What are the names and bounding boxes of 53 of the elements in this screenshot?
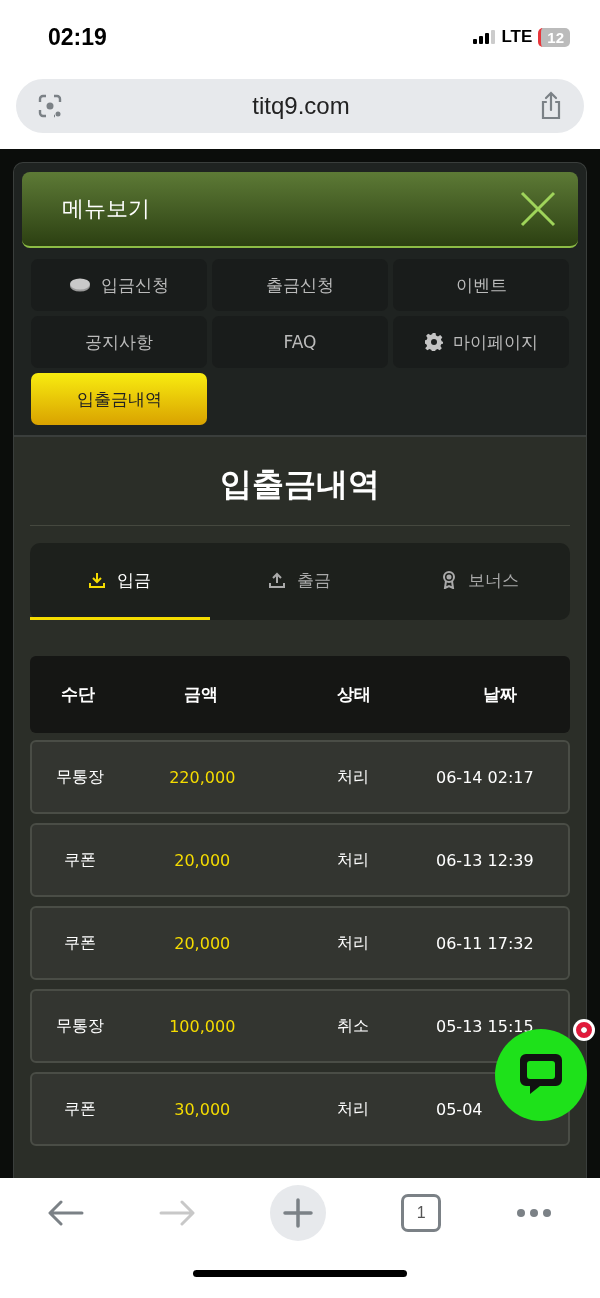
column-header: 금액 xyxy=(183,683,220,706)
gear-icon xyxy=(424,333,443,351)
tab[interactable]: 출금 xyxy=(210,543,390,620)
table-cell-text: 무통장 xyxy=(54,766,105,788)
camera-search-icon[interactable] xyxy=(36,92,64,120)
table-cell-text: 쿠폰 xyxy=(62,1098,97,1120)
tab-count-button[interactable]: 1 xyxy=(401,1194,442,1232)
back-icon[interactable] xyxy=(47,1200,84,1226)
address-bar[interactable]: titq9.com xyxy=(16,79,584,133)
table-cell-text: 220,000 xyxy=(168,767,237,787)
tab[interactable]: 입금 xyxy=(30,543,210,620)
page-title: 입출금내역 xyxy=(30,437,570,526)
table-cell-text: 처리 xyxy=(335,849,370,871)
column-header: 상태 xyxy=(335,683,372,706)
download-icon xyxy=(89,572,105,588)
battery-indicator: 12 xyxy=(538,27,570,47)
table-cell-text: 100,000 xyxy=(168,1016,237,1036)
close-icon[interactable] xyxy=(520,191,556,227)
award-icon xyxy=(441,571,456,589)
table-cell-text: 05-13 15:15 xyxy=(435,1016,535,1036)
menu-item[interactable]: 마이페이지 xyxy=(393,316,569,368)
menu-item[interactable]: FAQ xyxy=(212,316,388,368)
column-header: 수단 xyxy=(59,683,96,706)
plus-icon xyxy=(282,1198,313,1228)
coin-icon xyxy=(69,278,91,292)
menu-title: 메뉴보기 xyxy=(62,195,150,223)
table-cell-text: 쿠폰 xyxy=(62,849,97,871)
menu-item[interactable]: 출금신청 xyxy=(212,259,388,311)
column-header: 날짜 xyxy=(482,683,518,706)
menu-item[interactable]: 이벤트 xyxy=(393,259,569,311)
table-cell-text: 06-14 02:17 xyxy=(435,767,535,787)
table-cell-text: 06-11 17:32 xyxy=(435,933,535,953)
table-cell-text: 06-13 12:39 xyxy=(435,850,535,870)
table-cell-text: 20,000 xyxy=(173,850,232,870)
network-label: LTE xyxy=(501,27,533,47)
upload-icon xyxy=(269,572,285,588)
table-cell-text: 처리 xyxy=(335,766,370,788)
table-cell-text: 무통장 xyxy=(54,1015,105,1037)
more-icon[interactable] xyxy=(516,1208,553,1218)
tab[interactable]: 보너스 xyxy=(390,543,570,620)
table-cell-text: 취소 xyxy=(335,1015,370,1037)
url-text: titq9.com xyxy=(252,92,350,120)
table-cell-text: 쿠폰 xyxy=(62,932,97,954)
table-cell-text: 30,000 xyxy=(173,1099,232,1119)
menu-item[interactable]: 입출금내역 xyxy=(31,373,207,425)
menu-item[interactable]: 공지사항 xyxy=(31,316,207,368)
signal-icon xyxy=(473,30,496,44)
menu-item[interactable]: 입금신청 xyxy=(31,259,207,311)
table-cell-text: 처리 xyxy=(335,1098,370,1120)
table-cell-text: 20,000 xyxy=(173,933,232,953)
table-cell-text: 처리 xyxy=(335,932,370,954)
table-cell-text: 05-04 xyxy=(435,1099,484,1119)
status-time: 02:19 xyxy=(48,23,107,51)
